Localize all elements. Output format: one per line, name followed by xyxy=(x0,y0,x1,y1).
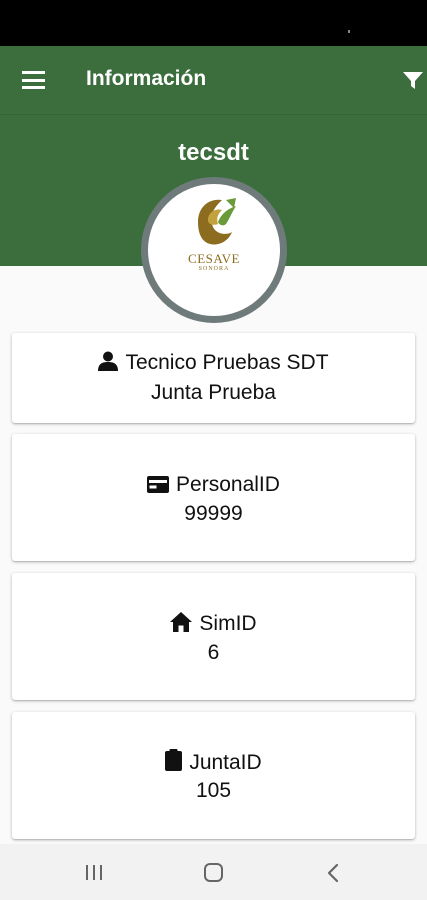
card-sim-id: SimID 6 xyxy=(12,573,415,700)
junta-id-value: 105 xyxy=(195,779,232,802)
home-button-icon[interactable] xyxy=(204,863,223,882)
cesave-logo-icon xyxy=(198,198,236,245)
avatar: CESAVE SONORA xyxy=(141,177,287,323)
recent-apps-icon[interactable] xyxy=(86,865,104,880)
clipboard-icon xyxy=(165,749,183,771)
personal-id-value: 99999 xyxy=(184,502,243,525)
user-fullname: Tecnico Pruebas SDT xyxy=(125,351,329,374)
sim-id-value: 6 xyxy=(207,641,220,664)
logo-subtitle: SONORA xyxy=(198,266,230,272)
system-nav-bar xyxy=(0,844,427,900)
sim-id-label: SimID xyxy=(199,612,257,635)
status-indicator xyxy=(348,30,350,33)
home-icon xyxy=(170,612,193,632)
personal-id-label: PersonalID xyxy=(176,473,280,496)
person-icon xyxy=(98,351,119,371)
card-personal-id: PersonalID 99999 xyxy=(12,434,415,561)
back-icon[interactable] xyxy=(326,863,340,883)
logo-name: CESAVE xyxy=(188,251,240,266)
status-bar xyxy=(0,0,427,46)
hamburger-menu-icon[interactable] xyxy=(22,71,45,89)
card-junta-id: JuntaID 105 xyxy=(12,712,415,839)
junta-id-label: JuntaID xyxy=(189,751,262,774)
username-title: tecsdt xyxy=(178,139,249,166)
user-junta: Junta Prueba xyxy=(151,381,276,404)
app-bar: Información xyxy=(0,46,427,114)
card-user-info: Tecnico Pruebas SDT Junta Prueba xyxy=(12,333,415,423)
page-title: Información xyxy=(86,67,207,90)
filter-icon[interactable] xyxy=(403,72,423,90)
id-card-icon xyxy=(147,476,170,493)
